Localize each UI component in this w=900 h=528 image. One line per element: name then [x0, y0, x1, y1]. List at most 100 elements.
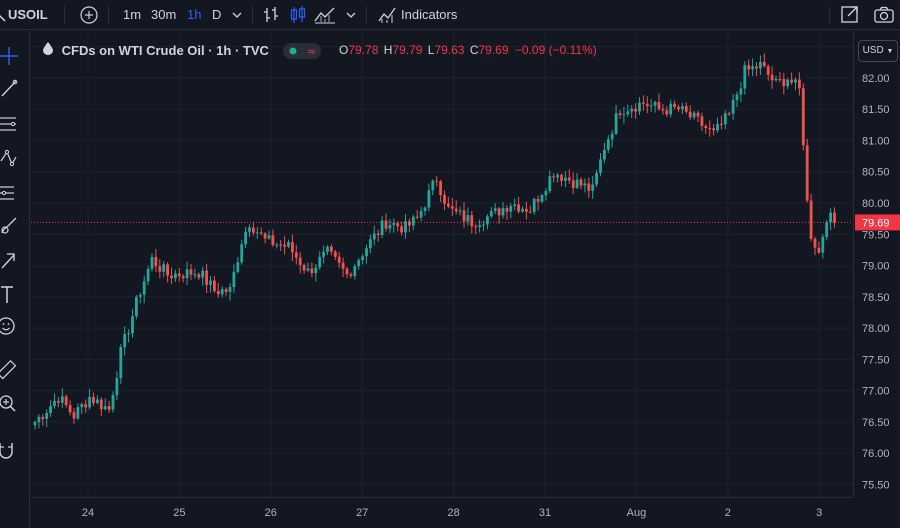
candle-body	[497, 208, 501, 216]
candle-body	[486, 216, 489, 225]
crosshair-icon[interactable]	[0, 45, 22, 67]
time-tick-label: 31	[539, 507, 551, 519]
price-tick-label: 79.50	[862, 229, 890, 241]
candle-body	[361, 256, 364, 261]
candle-body	[33, 422, 37, 426]
trend-line-icon[interactable]	[0, 77, 22, 99]
candle-body	[493, 208, 497, 211]
candle-body	[76, 407, 80, 419]
candle-body	[353, 266, 357, 276]
interval-dropdown-button[interactable]	[230, 0, 244, 30]
price-tick-label: 77.50	[862, 354, 890, 366]
candle-body	[131, 316, 134, 334]
chart-type-dropdown[interactable]	[344, 0, 358, 30]
candle-body	[821, 236, 825, 253]
candle-body	[634, 108, 637, 112]
candle-body	[439, 181, 442, 195]
candle-body	[509, 206, 513, 212]
interval-1h[interactable]: 1h	[187, 0, 201, 30]
price-tick-label: 79.00	[862, 261, 890, 273]
candle-body	[591, 184, 595, 191]
candle-body	[825, 222, 829, 237]
time-tick-label: Aug	[627, 507, 647, 519]
candle-body	[700, 116, 704, 126]
candle-body	[759, 61, 762, 69]
compare-symbol-button[interactable]	[78, 0, 100, 30]
candle-body	[220, 289, 224, 295]
search-icon[interactable]	[0, 0, 8, 30]
candle-body	[404, 221, 407, 233]
divider	[108, 6, 109, 24]
candle-body	[248, 227, 251, 232]
symbol-search-button[interactable]: USOIL	[8, 0, 48, 30]
candle-body	[259, 232, 263, 234]
camera-icon	[874, 6, 894, 23]
candle-body	[809, 200, 813, 239]
market-status-badge[interactable]: ≈	[282, 42, 321, 59]
price-tick-label: 75.50	[862, 479, 890, 491]
text-icon[interactable]	[0, 283, 22, 305]
candle-body	[119, 347, 123, 379]
candle-body	[244, 231, 247, 245]
candle-body	[470, 215, 474, 227]
area-type-button[interactable]	[313, 0, 337, 30]
candle-body	[747, 65, 751, 70]
time-tick-label: 28	[447, 507, 459, 519]
candle-body	[209, 280, 212, 285]
time-axis[interactable]: 24 25 26 27 28 31 Aug 2 3	[31, 497, 853, 528]
ruler-icon[interactable]	[0, 359, 22, 381]
snapshot-button[interactable]	[872, 0, 896, 30]
fullscreen-button[interactable]	[839, 0, 861, 30]
candle-body	[37, 416, 41, 423]
candle-body	[552, 176, 556, 178]
currency-button[interactable]: USD ▼	[858, 40, 898, 62]
prediction-icon[interactable]	[0, 181, 22, 203]
price-tick-label: 78.00	[862, 323, 890, 335]
indicators-label[interactable]: Indicators	[401, 0, 457, 30]
candle-body	[185, 269, 189, 279]
interval-d[interactable]: D	[212, 0, 221, 30]
emoji-icon[interactable]	[0, 315, 22, 337]
candle-body	[99, 399, 103, 410]
candle-body	[271, 235, 275, 246]
brush-icon[interactable]	[0, 215, 22, 237]
candle-body	[283, 244, 286, 247]
interval-1m[interactable]: 1m	[123, 0, 141, 30]
candle-body	[696, 112, 700, 117]
fib-icon[interactable]	[0, 113, 22, 135]
candle-body	[766, 66, 770, 75]
candle-body	[142, 281, 146, 295]
candle-body	[213, 280, 216, 291]
pattern-icon[interactable]	[0, 147, 22, 169]
candle-body	[657, 102, 661, 109]
candle-body	[786, 79, 790, 87]
bar-type-button[interactable]	[261, 0, 281, 30]
candle-body	[540, 195, 544, 202]
candle-body	[170, 275, 173, 279]
candle-body	[306, 268, 310, 271]
candle-body	[649, 105, 653, 107]
candle-body	[64, 396, 68, 406]
candle-body	[673, 103, 676, 107]
indicators-button[interactable]	[377, 0, 397, 30]
last-price-label: 79.69	[862, 217, 890, 229]
close-label: C	[469, 43, 479, 57]
candle-body	[80, 404, 84, 408]
magnet-icon[interactable]	[0, 439, 22, 461]
candle-body	[677, 106, 680, 110]
zoom-icon[interactable]	[0, 393, 22, 415]
candle-body	[794, 79, 797, 83]
candle-body	[435, 180, 439, 182]
arrow-icon[interactable]	[0, 249, 22, 271]
candle-body	[731, 99, 735, 114]
symbol-title[interactable]: CFDs on WTI Crude Oil · 1h · TVC	[62, 41, 269, 61]
price-chart[interactable]	[31, 31, 853, 497]
candles	[33, 53, 836, 430]
interval-30m[interactable]: 30m	[151, 0, 176, 30]
candle-body	[181, 276, 185, 279]
candle-body	[712, 128, 715, 131]
candle-body	[692, 112, 696, 118]
candles-type-button[interactable]	[288, 0, 308, 30]
candle-body	[595, 172, 598, 185]
price-axis[interactable]: 82.5082.0081.5081.0080.5080.0079.5079.00…	[853, 31, 900, 497]
